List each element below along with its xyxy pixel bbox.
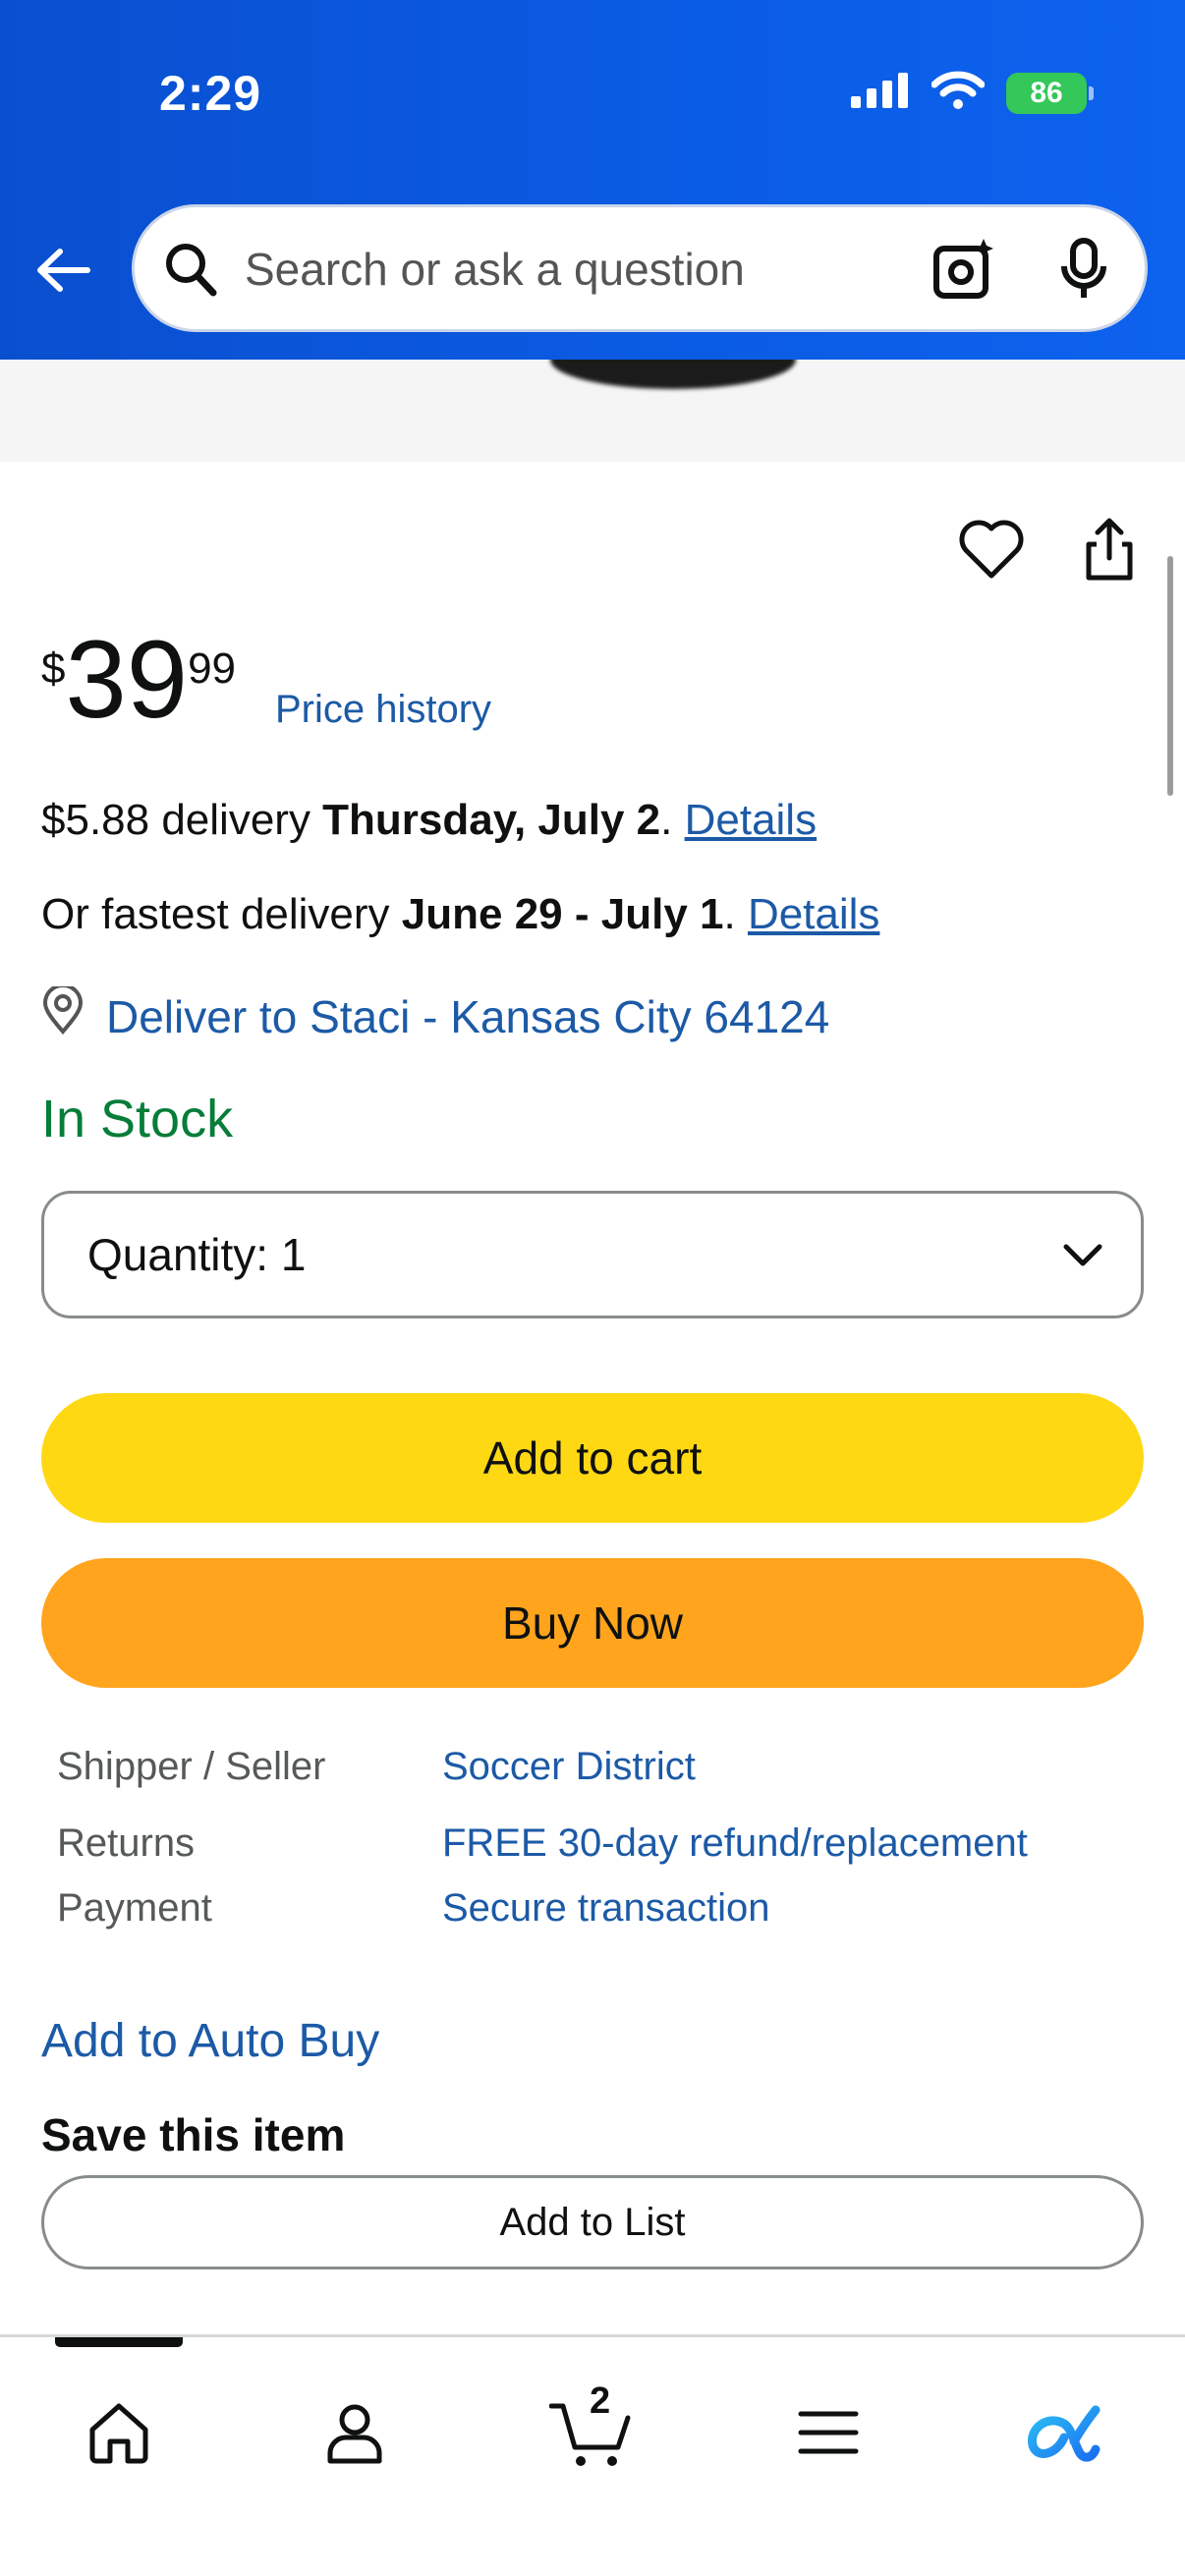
info-row-payment: Payment Secure transaction	[57, 1886, 770, 1931]
price-whole: 39	[65, 618, 189, 741]
microphone-icon[interactable]	[1056, 237, 1111, 307]
rufus-assistant-icon	[1028, 2405, 1100, 2462]
back-arrow-icon	[37, 249, 90, 292]
search-input[interactable]: Search or ask a question	[245, 243, 745, 296]
info-key: Payment	[57, 1886, 212, 1930]
search-icon	[162, 240, 219, 304]
info-row-seller: Shipper / Seller Soccer District	[57, 1745, 696, 1789]
save-item-heading: Save this item	[41, 2109, 346, 2160]
person-icon	[327, 2404, 382, 2464]
quantity-value: 1	[280, 1229, 307, 1280]
info-key: Returns	[57, 1821, 196, 1865]
nav-home[interactable]	[75, 2388, 163, 2477]
heart-icon	[959, 520, 1024, 579]
product-image-area[interactable]	[0, 360, 1185, 462]
back-button[interactable]	[29, 236, 98, 305]
cellular-signal-icon	[851, 73, 910, 113]
nav-menu[interactable]	[784, 2388, 873, 2477]
battery-indicator: 86	[1006, 72, 1094, 114]
add-to-list-button[interactable]: Add to List	[41, 2175, 1144, 2269]
camera-lens-icon[interactable]	[932, 237, 997, 307]
menu-icon	[798, 2411, 859, 2454]
home-icon	[89, 2403, 148, 2464]
deliver-to-link[interactable]: Deliver to Staci - Kansas City 64124	[41, 983, 830, 1046]
location-pin-icon	[41, 983, 85, 1046]
fastest-details-link[interactable]: Details	[748, 890, 880, 938]
stock-status: In Stock	[41, 1090, 234, 1148]
status-time: 2:29	[159, 66, 262, 121]
delivery-fastest: Or fastest delivery June 29 - July 1. De…	[41, 890, 880, 938]
info-key: Shipper / Seller	[57, 1745, 326, 1788]
wifi-icon	[931, 71, 986, 115]
price: $ 39 99	[41, 625, 236, 735]
add-to-cart-button[interactable]: Add to cart	[41, 1393, 1144, 1523]
active-tab-indicator	[55, 2337, 183, 2347]
seller-link[interactable]: Soccer District	[442, 1745, 696, 1789]
price-fraction: 99	[188, 644, 237, 693]
quantity-label: Quantity:	[87, 1229, 269, 1280]
share-button[interactable]	[1075, 515, 1144, 584]
price-symbol: $	[41, 644, 66, 693]
wishlist-button[interactable]	[957, 515, 1026, 584]
app-header: 2:29 86 Search or ask a question	[0, 0, 1185, 360]
buy-now-button[interactable]: Buy Now	[41, 1558, 1144, 1688]
cart-count-badge: 2	[590, 2380, 611, 2422]
search-bar[interactable]: Search or ask a question	[132, 204, 1148, 332]
delivery-standard: $5.88 delivery Thursday, July 2. Details	[41, 796, 818, 844]
nav-cart[interactable]: 2	[546, 2380, 635, 2477]
delivery-details-link[interactable]: Details	[685, 796, 818, 844]
product-image	[550, 360, 796, 389]
share-icon	[1086, 518, 1133, 581]
info-row-returns: Returns FREE 30-day refund/replacement	[57, 1821, 1028, 1866]
deliver-to-text: Deliver to Staci - Kansas City 64124	[106, 990, 830, 1042]
quantity-selector[interactable]: Quantity: 1	[41, 1191, 1144, 1318]
status-icons: 86	[851, 71, 1094, 115]
nav-rufus[interactable]	[1020, 2388, 1108, 2477]
chevron-down-icon	[1060, 1233, 1105, 1289]
add-to-auto-buy-link[interactable]: Add to Auto Buy	[41, 2014, 379, 2068]
scrollbar[interactable]	[1167, 556, 1173, 796]
price-history-link[interactable]: Price history	[275, 688, 491, 732]
returns-link[interactable]: FREE 30-day refund/replacement	[442, 1821, 1028, 1866]
bottom-nav: 2	[0, 2334, 1185, 2576]
payment-link[interactable]: Secure transaction	[442, 1886, 770, 1931]
nav-account[interactable]	[310, 2388, 399, 2477]
